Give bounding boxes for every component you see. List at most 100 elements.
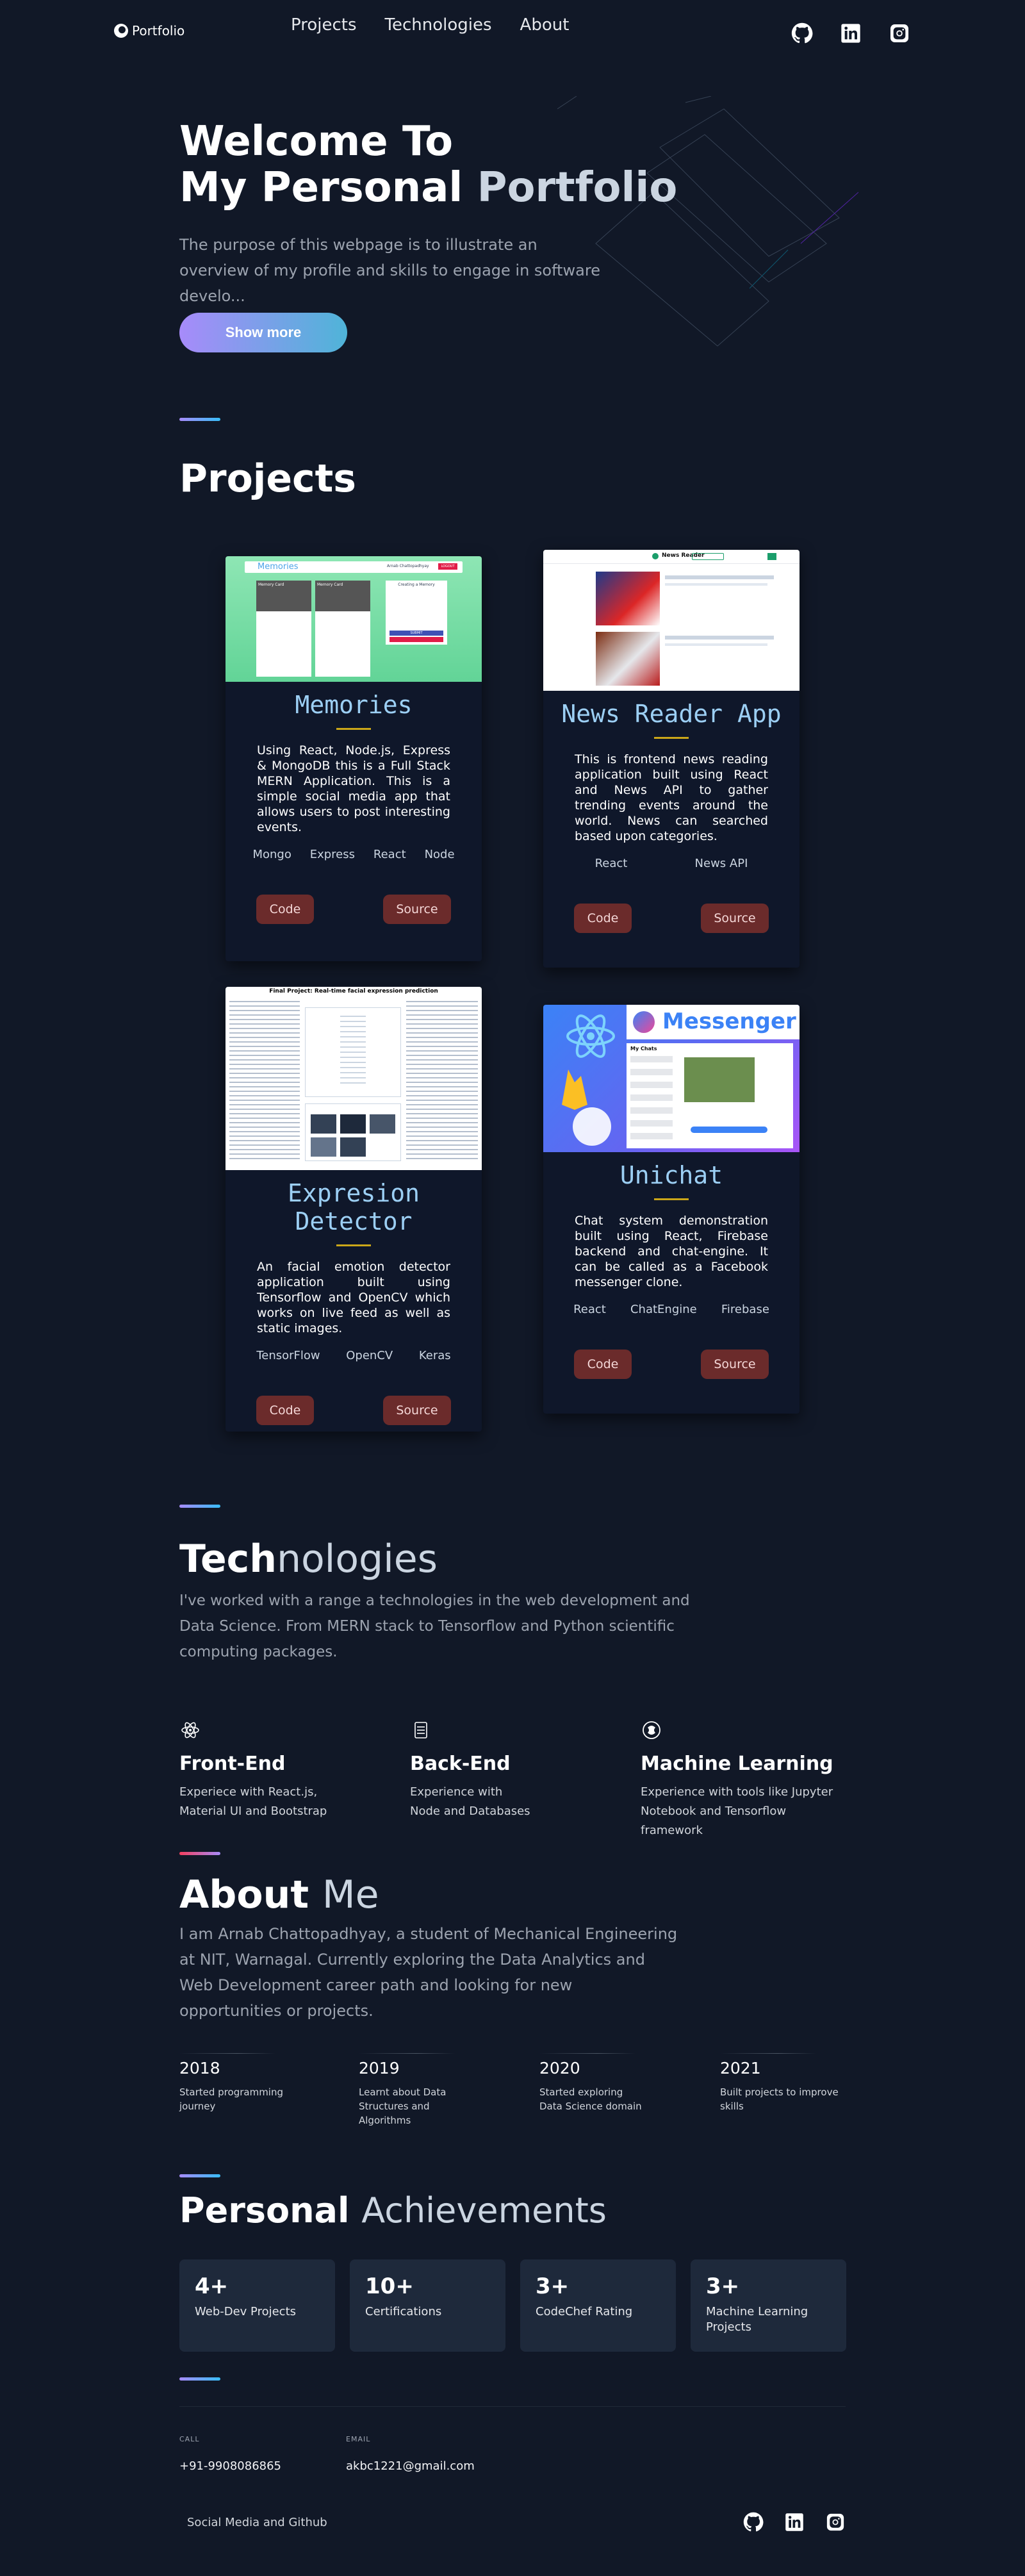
achievements-title-a: Personal	[179, 2190, 362, 2231]
project-card-memories: Memories Arnab Chattopadhyay LOGOUT Memo…	[226, 556, 482, 961]
section-accent-bar	[179, 2377, 220, 2381]
project-description: Chat system demonstration built using Re…	[575, 1214, 768, 1289]
achievement-card: 3+ CodeChef Rating	[520, 2259, 676, 2352]
title-rule	[336, 1244, 371, 1246]
memories-image-form-title: Creating a Memory	[398, 582, 435, 587]
section-accent-bar	[179, 1852, 220, 1855]
source-button[interactable]: Source	[383, 895, 451, 924]
unichat-image-header: Messenger	[662, 1009, 796, 1034]
timeline-year: 2020	[539, 2059, 580, 2077]
instagram-icon[interactable]	[888, 22, 911, 45]
project-tag: React	[594, 857, 628, 870]
section-accent-bar	[179, 1505, 220, 1508]
nav-link-technologies[interactable]: Technologies	[385, 15, 492, 35]
react-atom-icon	[179, 1719, 201, 1741]
hero-description: The purpose of this webpage is to illust…	[179, 236, 600, 305]
tech-title: Back-End	[410, 1753, 511, 1775]
memories-image-card-2: Memory Card	[315, 581, 370, 611]
source-button[interactable]: Source	[701, 904, 769, 933]
code-button[interactable]: Code	[574, 1350, 632, 1379]
project-tag: Keras	[418, 1349, 451, 1362]
project-title: Unichat	[619, 1161, 723, 1189]
project-buttons: Code Source	[543, 1350, 800, 1379]
project-tag: React	[373, 848, 406, 861]
source-button[interactable]: Source	[383, 1396, 451, 1425]
email-value[interactable]: akbc1221@gmail.com	[346, 2459, 475, 2473]
project-description: This is frontend news reading applicatio…	[575, 752, 768, 843]
nav-links: Projects Technologies About	[291, 15, 569, 35]
achievement-number: 10+	[365, 2274, 414, 2299]
timeline-item: 2019 Learnt about Data Structures and Al…	[359, 2053, 474, 2127]
project-tags: TensorFlow OpenCV Keras	[226, 1349, 482, 1362]
top-nav: Portfolio Projects Technologies About	[0, 0, 1025, 58]
tech-text: Experience with Node and Databases	[410, 1785, 530, 1818]
project-tag: React	[573, 1303, 606, 1316]
achievement-card: 3+ Machine Learning Projects	[691, 2259, 846, 2352]
email-label: EMAIL	[346, 2435, 371, 2443]
project-description: An facial emotion detector application b…	[257, 1260, 450, 1335]
technologies-title: Technologies	[179, 1537, 438, 1581]
achievement-label: CodeChef Rating	[536, 2305, 633, 2318]
tech-title: Front-End	[179, 1753, 286, 1775]
title-rule	[654, 1198, 689, 1200]
tech-text: Experience with tools like Jupyter Noteb…	[641, 1785, 833, 1837]
timeline-line	[359, 2053, 455, 2054]
technologies-title-a: Tech	[179, 1537, 277, 1581]
footer-socials	[742, 2511, 847, 2534]
github-icon[interactable]	[791, 22, 814, 45]
nav-link-projects[interactable]: Projects	[291, 15, 357, 35]
code-button[interactable]: Code	[574, 904, 632, 933]
title-rule	[654, 737, 689, 739]
project-tag: TensorFlow	[256, 1349, 320, 1362]
logo-icon	[114, 24, 128, 38]
call-label: CALL	[179, 2435, 200, 2443]
technologies-description: I've worked with a range a technologies …	[179, 1592, 690, 1660]
timeline-text: Started programming journey	[179, 2086, 283, 2112]
logo-text: Portfolio	[132, 23, 185, 38]
achievements-title: Personal Achievements	[179, 2190, 607, 2231]
project-card-news-reader: News Reader News Reader App This is fron…	[543, 550, 800, 968]
hero-title-line2a: My Personal	[179, 164, 477, 211]
nav-link-about[interactable]: About	[520, 15, 570, 35]
brain-icon	[641, 1719, 662, 1741]
code-button[interactable]: Code	[256, 895, 314, 924]
firebase-logo-icon	[562, 1069, 587, 1110]
section-accent-bar	[179, 2174, 220, 2177]
project-tags: React ChatEngine Firebase	[543, 1303, 800, 1316]
project-image-expression: Final Project: Real-time facial expressi…	[226, 987, 482, 1170]
instagram-icon[interactable]	[824, 2511, 847, 2534]
linkedin-icon[interactable]	[839, 22, 862, 45]
project-tags: Mongo Express React Node	[226, 848, 482, 861]
project-image-news: News Reader	[543, 550, 800, 691]
linkedin-icon[interactable]	[783, 2511, 806, 2534]
achievement-label: Web-Dev Projects	[195, 2305, 297, 2318]
timeline-text: Built projects to improve skills	[720, 2086, 839, 2112]
hero-title: Welcome To My Personal Portfolio	[179, 119, 677, 211]
hero-title-line2b: Portfolio	[477, 164, 678, 211]
tech-item-backend: Back-End Experience with Node and Databa…	[410, 1719, 621, 1821]
project-buttons: Code Source	[226, 895, 482, 924]
code-button[interactable]: Code	[256, 1396, 314, 1425]
project-tag: Express	[309, 848, 356, 861]
memories-image-form-button: SUBMIT	[390, 631, 443, 636]
memories-image-header: Memories	[258, 562, 299, 572]
project-buttons: Code Source	[543, 904, 800, 933]
achievement-number: 3+	[536, 2274, 570, 2299]
timeline-year: 2018	[179, 2059, 220, 2077]
project-card-expression-detector: Final Project: Real-time facial expressi…	[226, 987, 482, 1432]
source-button[interactable]: Source	[701, 1350, 769, 1379]
tech-item-frontend: Front-End Experiece with React.js, Mater…	[179, 1719, 391, 1821]
github-icon[interactable]	[742, 2511, 765, 2534]
about-title-b: Me	[322, 1872, 379, 1917]
site-logo[interactable]: Portfolio	[114, 23, 184, 38]
achievement-number: 3+	[706, 2274, 740, 2299]
call-value[interactable]: +91-9908086865	[179, 2459, 281, 2473]
timeline-text: Started exploring Data Science domain	[539, 2086, 642, 2112]
project-image-unichat: Messenger My Chats	[543, 1005, 800, 1152]
timeline-item: 2020 Started exploring Data Science doma…	[539, 2053, 655, 2113]
show-more-button[interactable]: Show more	[179, 313, 347, 352]
achievement-label: Certifications	[365, 2305, 442, 2318]
memories-image-logout: LOGOUT	[438, 563, 457, 570]
projects-title-text: Projects	[179, 456, 357, 501]
project-title: Expresion Detector	[288, 1179, 420, 1235]
